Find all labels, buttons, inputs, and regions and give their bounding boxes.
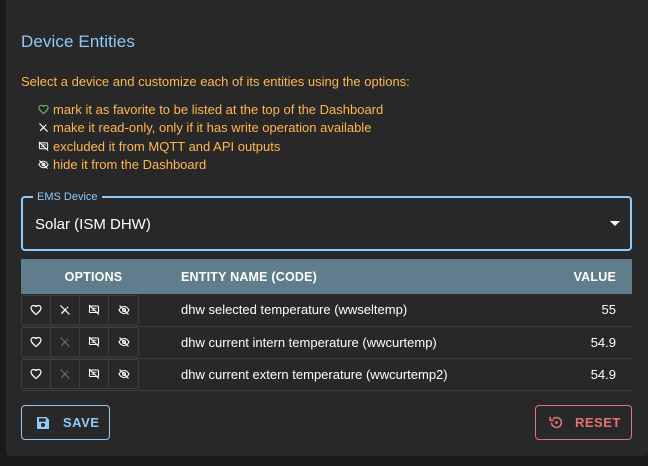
edit-off-icon [60, 304, 70, 315]
readonly-toggle[interactable] [51, 295, 80, 324]
save-button[interactable]: SAVE [21, 405, 110, 440]
help-exclude: excluded it from MQTT and API outputs [38, 137, 383, 156]
heart-icon [30, 336, 42, 348]
entity-value: 55 [601, 302, 616, 318]
help-readonly: make it read-only, only if it has write … [38, 119, 383, 138]
help-exclude-text: excluded it from MQTT and API outputs [53, 138, 281, 154]
help-hide: hide it from the Dashboard [38, 156, 383, 175]
hide-toggle[interactable] [109, 360, 138, 388]
dropdown-arrow-icon [610, 221, 620, 226]
visibility-off-icon [38, 160, 49, 170]
save-label: SAVE [63, 415, 100, 430]
entity-value: 54.9 [590, 334, 616, 350]
options-help-list: mark it as favorite to be listed at the … [38, 100, 383, 174]
hide-toggle[interactable] [109, 296, 138, 324]
help-readonly-text: make it read-only, only if it has write … [53, 120, 372, 136]
ems-device-select[interactable]: EMS Device Solar (ISM DHW) [21, 190, 632, 251]
option-button-group [21, 359, 139, 389]
option-button-group [21, 294, 139, 325]
reset-label: RESET [575, 415, 621, 430]
table-row: dhw current intern temperature (wwcurtem… [21, 326, 632, 358]
exclude-toggle[interactable] [80, 295, 109, 324]
row-options [21, 358, 166, 390]
readonly-toggle-disabled [51, 360, 80, 388]
reset-button[interactable]: RESET [535, 405, 632, 440]
table-row: dhw selected temperature (wwseltemp) 55 [21, 294, 632, 326]
save-icon [37, 416, 49, 429]
table-row: dhw current extern temperature (wwcurtem… [21, 358, 632, 390]
row-options [21, 294, 166, 326]
restore-icon [549, 416, 563, 429]
entity-name: dhw current intern temperature (wwcurtem… [181, 334, 437, 350]
page-title: Device Entities [21, 32, 135, 51]
readonly-toggle-disabled [51, 328, 80, 356]
heart-icon [30, 368, 42, 380]
entity-value: 54.9 [590, 366, 616, 382]
comments-disabled-icon [38, 141, 49, 151]
visibility-off-icon [117, 304, 130, 315]
table-header-row: OPTIONS ENTITY NAME (CODE) VALUE [21, 259, 632, 294]
ems-device-value: Solar (ISM DHW) [35, 216, 151, 233]
hide-toggle[interactable] [109, 328, 138, 356]
visibility-off-icon [117, 337, 130, 347]
heart-icon [38, 104, 49, 115]
favorite-toggle[interactable] [22, 360, 51, 388]
header-value: VALUE [573, 269, 616, 284]
heart-icon [30, 304, 42, 316]
entity-name: dhw current extern temperature (wwcurtem… [181, 366, 448, 382]
entities-table: OPTIONS ENTITY NAME (CODE) VALUE dhw sel… [21, 259, 632, 391]
favorite-toggle[interactable] [22, 295, 51, 324]
help-favorite-text: mark it as favorite to be listed at the … [53, 101, 384, 117]
option-button-group [21, 327, 139, 357]
comments-disabled-icon [88, 336, 100, 347]
edit-off-icon [38, 123, 49, 133]
help-hide-text: hide it from the Dashboard [53, 157, 207, 173]
edit-off-icon [60, 369, 70, 379]
exclude-toggle[interactable] [80, 360, 109, 388]
entity-name: dhw selected temperature (wwseltemp) [181, 302, 408, 318]
favorite-toggle[interactable] [22, 328, 51, 356]
row-options [21, 326, 166, 358]
comments-disabled-icon [88, 368, 100, 379]
help-favorite: mark it as favorite to be listed at the … [38, 100, 383, 119]
visibility-off-icon [117, 369, 130, 379]
header-options: OPTIONS [64, 269, 123, 284]
header-entity-name[interactable]: ENTITY NAME (CODE) [166, 259, 512, 294]
ems-device-label: EMS Device [33, 190, 102, 204]
comments-disabled-icon [88, 304, 100, 315]
exclude-toggle[interactable] [80, 328, 109, 356]
edit-off-icon [60, 337, 70, 347]
intro-text: Select a device and customize each of it… [21, 74, 410, 89]
